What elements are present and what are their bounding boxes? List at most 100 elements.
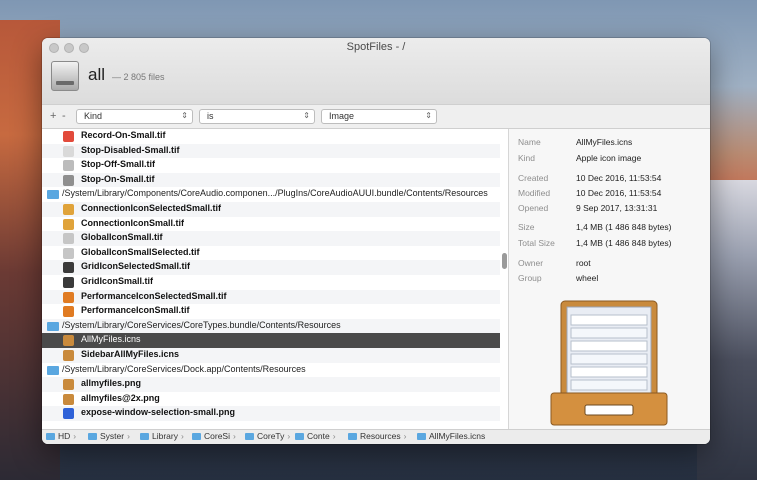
info-label: Modified [518,188,551,198]
file-row[interactable]: Stop-Disabled-Small.tif [42,143,500,159]
expose-icon [63,408,74,420]
performance-icon [63,306,74,318]
file-row[interactable]: expose-window-selection-small.png [42,406,500,421]
allmyfiles-icon [63,350,74,361]
grid-icon [63,277,74,288]
hard-disk-icon [51,61,79,91]
file-name: PerformanceIconSmall.tif [81,305,190,316]
file-count: — 2 805 files [112,72,165,82]
file-row[interactable]: Stop-On-Small.tif [42,172,500,188]
path-crumb[interactable]: CoreTy › [245,431,290,441]
folder-row[interactable]: /System/Library/CoreServices/Dock.app/Co… [42,363,500,378]
folder-path: /System/Library/CoreServices/Dock.app/Co… [62,363,306,374]
info-value: 1,4 MB (1 486 848 bytes) [576,222,672,232]
folder-icon [245,433,254,440]
info-value: AllMyFiles.icns [576,137,633,147]
list-scrollbar[interactable] [502,253,507,269]
allmyfiles-icon [63,393,74,405]
path-crumb[interactable]: CoreSi › [192,431,236,441]
file-name: PerformanceIconSelectedSmall.tif [81,290,227,301]
info-label: Total Size [518,238,555,248]
chevron-updown-icon: ⇕ [303,111,310,120]
path-crumb-label: CoreTy [257,431,285,441]
chevron-right-icon: › [73,431,77,441]
file-name: GridIconSmall.tif [81,276,154,286]
file-row[interactable]: PerformanceIconSmall.tif [42,304,500,319]
info-value: root [576,258,591,268]
scope-title: all [88,65,106,84]
folder-icon [348,433,357,440]
file-row[interactable]: ConnectionIconSelectedSmall.tif [42,202,500,217]
filter-operator-select[interactable]: is ⇕ [199,109,315,124]
file-row[interactable]: AllMyFiles.icns [42,333,500,348]
info-value: 10 Dec 2016, 11:53:54 [576,173,662,183]
info-label: Name [518,137,541,147]
path-crumb[interactable]: Resources › [348,431,406,441]
window-title: SpotFiles - / [346,41,406,53]
path-crumb[interactable]: AllMyFiles.icns [417,431,485,441]
file-name: GlobalIconSmallSelected.tif [81,246,200,257]
add-filter-button[interactable]: + [50,110,56,122]
path-crumb-label: AllMyFiles.icns [429,431,486,441]
info-label: Owner [518,258,544,268]
file-row[interactable]: Record-On-Small.tif [42,129,500,144]
file-row[interactable]: GridIconSmall.tif [42,275,500,290]
file-name: expose-window-selection-small.png [81,407,236,418]
info-label: Created [518,173,549,183]
info-value: 10 Dec 2016, 11:53:54 [576,188,662,198]
path-crumb[interactable]: Library › [140,431,184,441]
folder-icon [47,321,59,331]
info-label: Group [518,273,542,283]
filter-field-value: Kind [84,111,103,121]
file-row[interactable]: allmyfiles@2x.png [42,392,500,407]
path-crumb[interactable]: HD › [46,431,76,441]
info-value: wheel [576,273,599,283]
file-row[interactable]: GlobalIconSmallSelected.tif [42,246,500,261]
results-list[interactable]: Record-On-Small.tif Stop-Disabled-Small.t… [42,129,508,429]
file-row[interactable]: Stop-Off-Small.tif [42,158,500,173]
filter-field-select[interactable]: Kind ⇕ [76,109,193,124]
remove-filter-button[interactable]: - [62,110,66,122]
filter-value-select[interactable]: Image ⇕ [321,109,437,124]
folder-icon [295,433,304,440]
allmyfiles-icon [63,379,74,391]
file-name: GlobalIconSmall.tif [81,232,163,243]
folder-path: /System/Library/Components/CoreAudio.com… [62,188,488,199]
chevron-right-icon: › [180,431,184,441]
file-row[interactable]: ConnectionIconSmall.tif [42,217,500,232]
folder-icon [88,433,97,440]
info-label: Opened [518,203,549,213]
stop-disabled-icon [63,145,74,157]
stop-on-icon [63,174,74,186]
path-crumb[interactable]: Conte › [295,431,336,441]
file-name: allmyfiles@2x.png [81,392,160,403]
file-name: Stop-Disabled-Small.tif [81,144,180,155]
chevron-updown-icon: ⇕ [181,111,188,120]
file-row[interactable]: GlobalIconSmall.tif [42,231,500,246]
file-name: Stop-On-Small.tif [81,173,155,184]
info-label: Size [518,222,535,232]
info-value: 9 Sep 2017, 13:31:31 [576,203,658,213]
folder-row[interactable]: /System/Library/Components/CoreAudio.com… [42,187,500,202]
path-bar: HD › Syster › Library › CoreSi › CoreTy › Conte › Re… [42,429,710,444]
record-icon [63,131,74,142]
path-crumb-label: CoreSi [204,431,230,441]
path-crumb-label: Library [152,431,178,441]
file-row[interactable]: SidebarAllMyFiles.icns [42,348,500,363]
chevron-updown-icon: ⇕ [425,111,432,120]
path-crumb-label: Conte [307,431,330,441]
info-value: Apple icon image [576,153,642,163]
allmyfiles-icon [63,335,74,347]
path-crumb-label: HD [58,431,71,441]
file-name: GridIconSelectedSmall.tif [81,261,191,272]
file-row[interactable]: allmyfiles.png [42,377,500,392]
stop-off-icon [63,160,74,172]
connection-icon [63,204,74,215]
global-icon [63,233,74,245]
path-crumb[interactable]: Syster › [88,431,130,441]
file-row[interactable]: GridIconSelectedSmall.tif [42,260,500,275]
folder-row[interactable]: /System/Library/CoreServices/CoreTypes.b… [42,318,500,334]
info-label: Kind [518,153,536,163]
file-row[interactable]: PerformanceIconSelectedSmall.tif [42,289,500,305]
filter-bar: + - Kind ⇕ is ⇕ Image ⇕ [42,104,710,129]
